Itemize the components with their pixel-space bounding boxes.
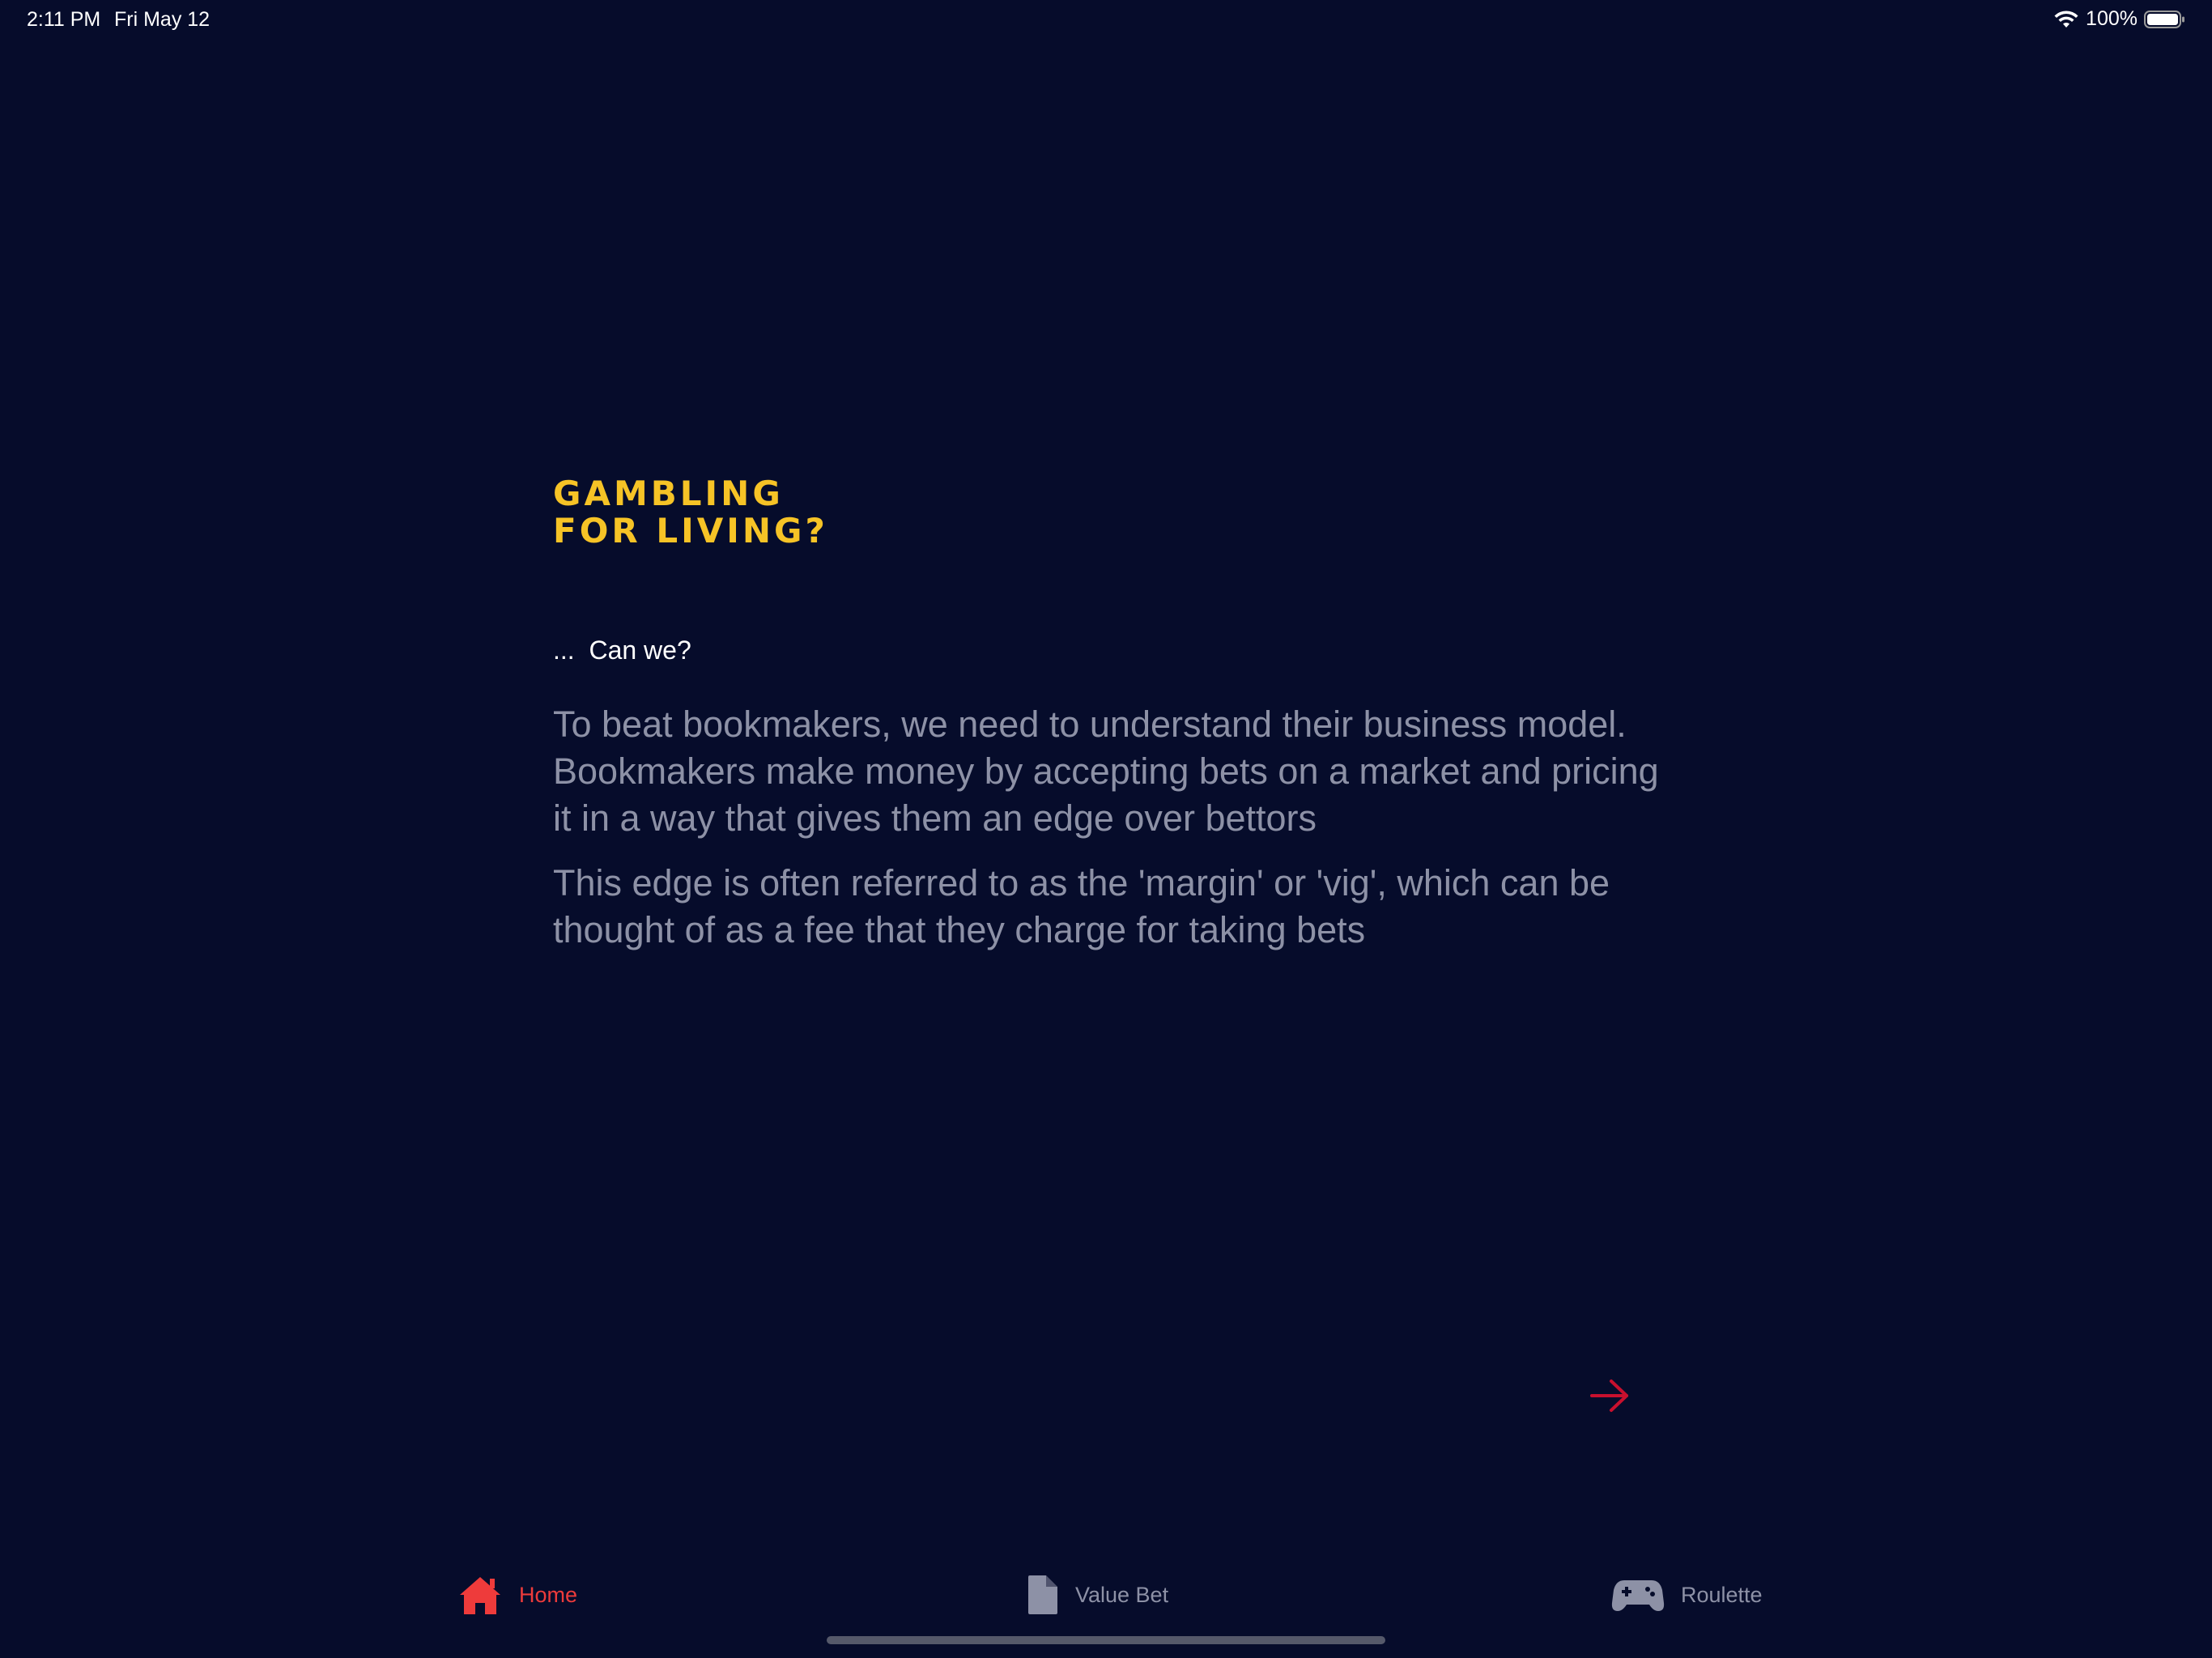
status-time: 2:11 PM: [27, 8, 101, 31]
tab-home-label: Home: [519, 1582, 578, 1607]
document-icon: [1027, 1574, 1059, 1616]
app-screen: 2:11 PM Fri May 12 100% GAMBLING FOR LIV…: [0, 0, 2212, 1658]
status-bar: 2:11 PM Fri May 12 100%: [0, 0, 2212, 39]
tab-roulette[interactable]: Roulette: [1611, 1562, 1763, 1627]
gamepad-icon: [1611, 1577, 1665, 1613]
status-date: Fri May 12: [114, 8, 211, 31]
title-line-2: FOR LIVING?: [553, 511, 828, 551]
page-title: GAMBLING FOR LIVING?: [553, 475, 1687, 550]
house-icon: [457, 1574, 503, 1616]
intro-content: GAMBLING FOR LIVING? ... Can we? To beat…: [553, 475, 1687, 951]
arrow-right-icon: [1590, 1380, 1628, 1412]
next-arrow-button[interactable]: [1589, 1376, 1631, 1415]
intro-paragraph-2: This edge is often referred to as the 'm…: [553, 862, 1610, 950]
status-indicators: 100%: [2053, 7, 2186, 31]
tab-roulette-label: Roulette: [1681, 1582, 1763, 1607]
tab-value-bet-label: Value Bet: [1075, 1582, 1169, 1607]
tab-home[interactable]: Home: [457, 1562, 577, 1627]
intro-paragraph-1: To beat bookmakers, we need to understan…: [553, 704, 1659, 839]
battery-percentage: 100%: [2086, 7, 2138, 30]
battery-icon: [2144, 10, 2184, 28]
title-line-1: GAMBLING: [553, 474, 784, 513]
tab-bar: Home Value Bet Roulette: [0, 1562, 2212, 1627]
home-indicator[interactable]: [827, 1636, 1385, 1644]
tab-value-bet[interactable]: Value Bet: [1027, 1562, 1168, 1627]
tagline: ... Can we?: [553, 636, 691, 665]
wifi-icon: [2054, 10, 2078, 28]
